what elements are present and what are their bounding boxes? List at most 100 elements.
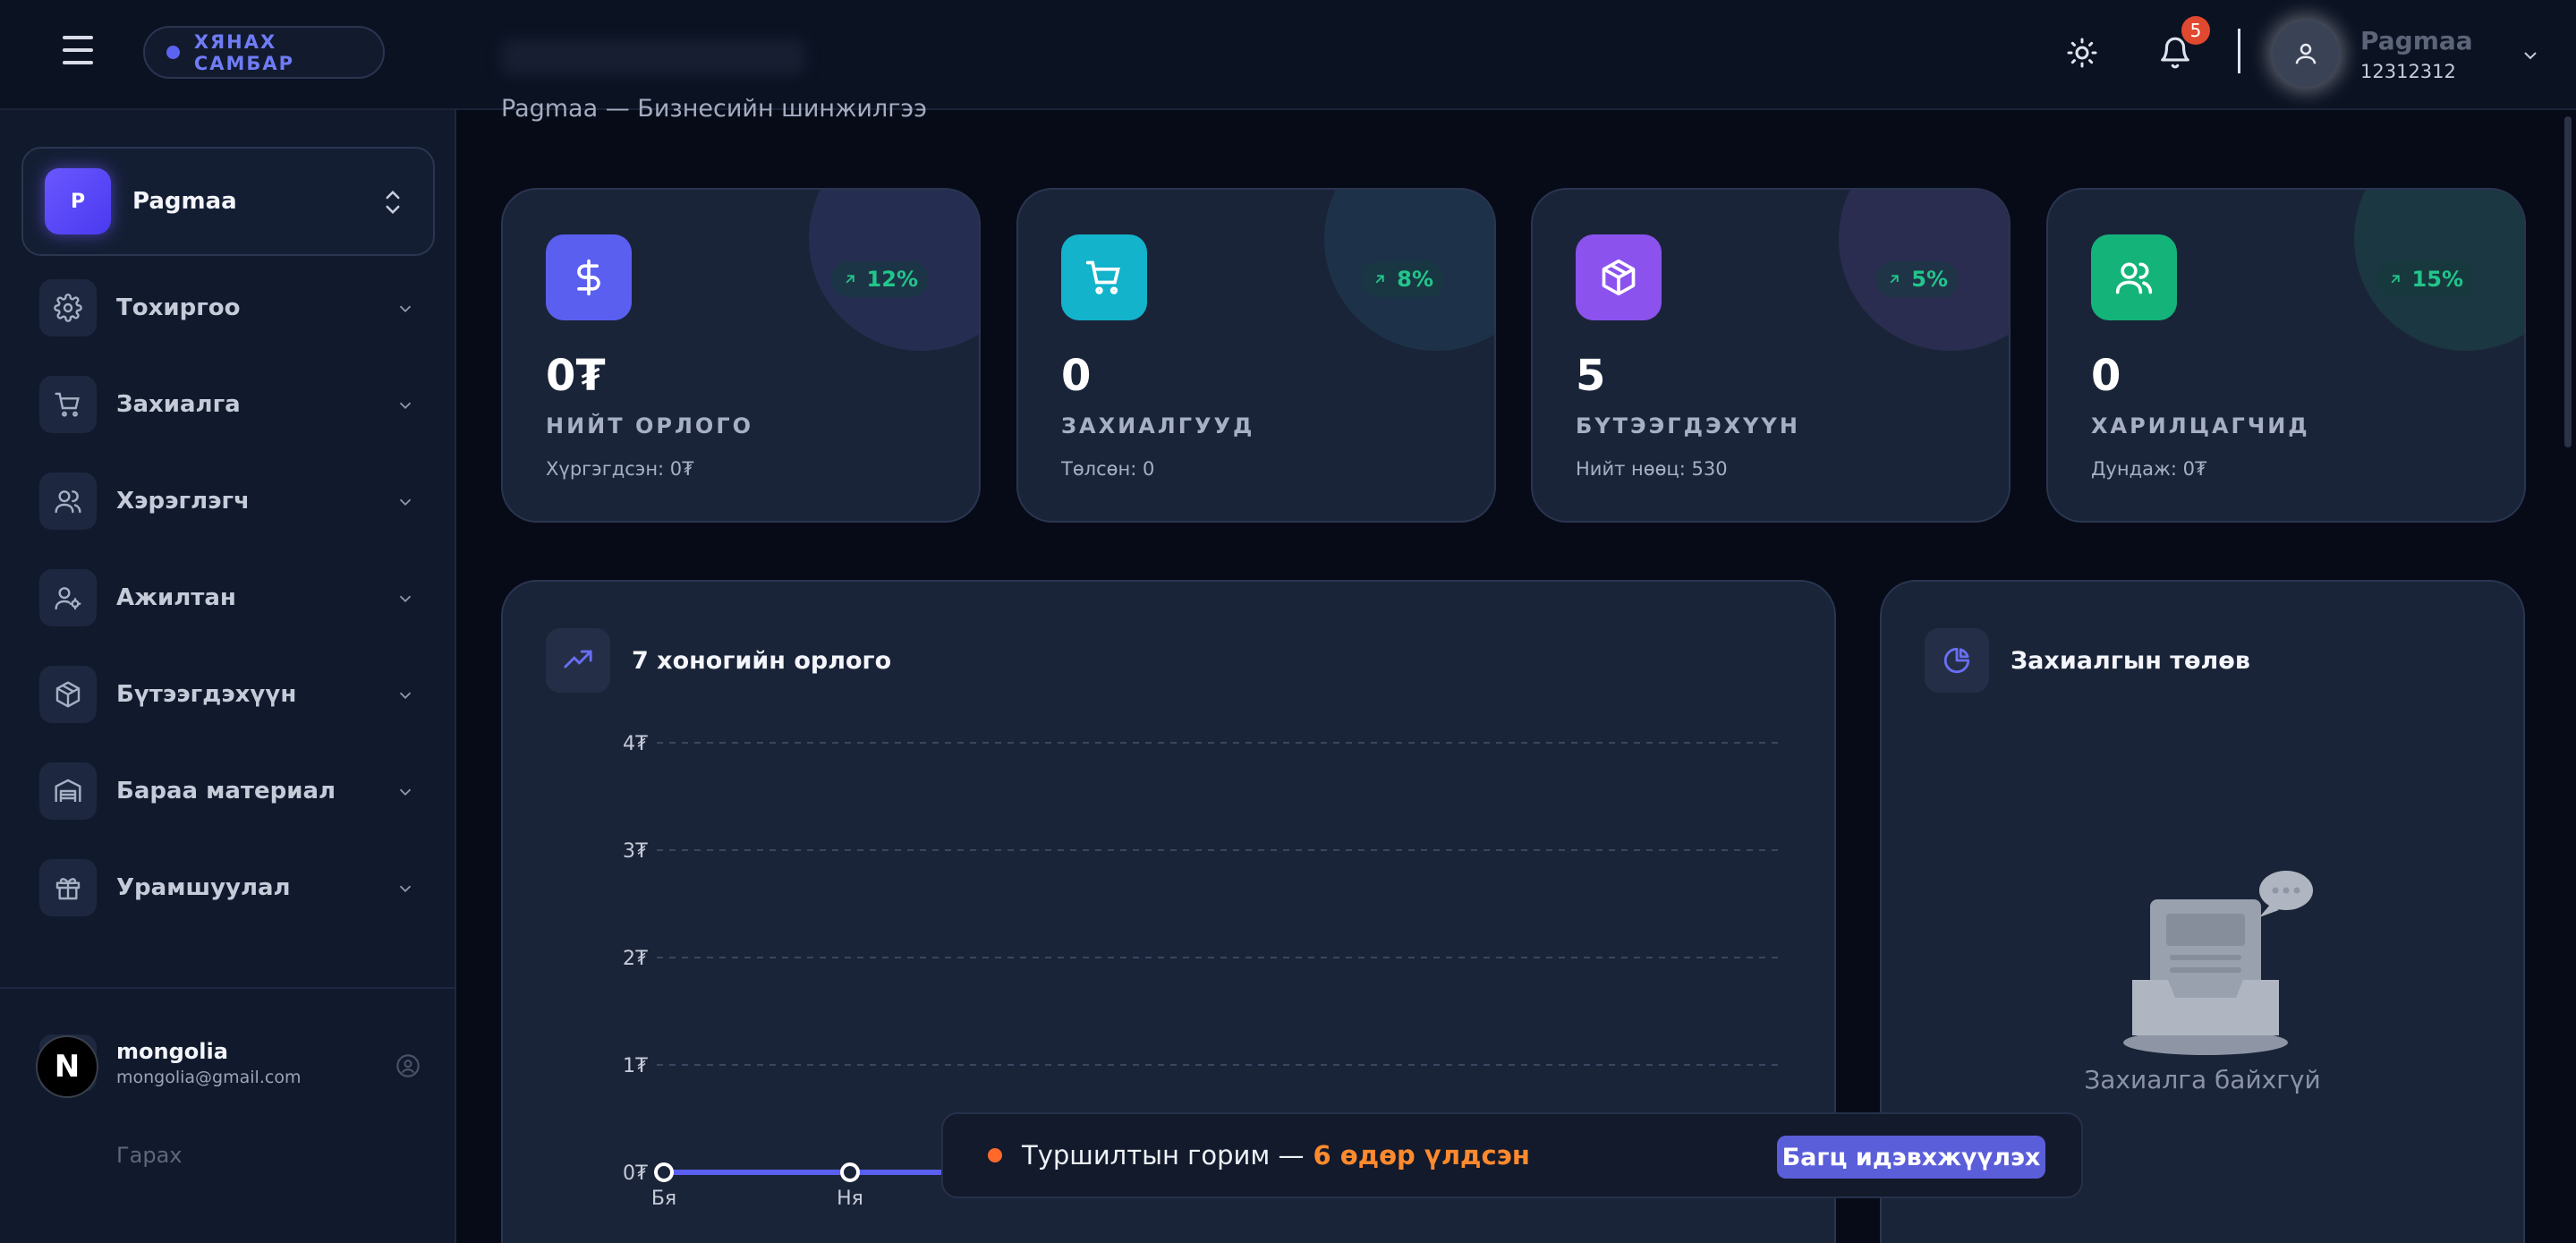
user-name: Pagmaa (2360, 25, 2473, 55)
sun-icon (2067, 38, 2097, 68)
panel-title: 7 хоногийн орлого (632, 646, 892, 675)
sidebar-item-label: Тохиргоо (116, 294, 241, 321)
pie-chart-icon (1925, 628, 1989, 693)
trend-badge: 8% (1361, 261, 1444, 297)
warning-dot (988, 1148, 1002, 1162)
chevron-down-icon (399, 595, 412, 603)
org-name: Pagmaa (132, 188, 237, 215)
gear-icon (39, 279, 97, 336)
stat-card-customers: 15% 0 ХАРИЛЦАГЧИД Дундаж: 0₮ (2046, 188, 2526, 523)
arrow-up-right-icon (846, 275, 854, 284)
sidebar-item-inventory[interactable]: Бараа материал (39, 762, 415, 820)
stat-value: 0 (2091, 351, 2121, 401)
y-tick-label: 2₮ (623, 948, 648, 970)
cart-icon (1061, 234, 1147, 320)
page-scrollbar[interactable] (2564, 116, 2572, 447)
user-menu[interactable]: Pagmaa 12312312 (2273, 16, 2541, 91)
user-gear-icon (39, 569, 97, 626)
chevron-down-icon (399, 498, 412, 507)
arrow-up-right-icon (1890, 275, 1899, 284)
avatar (2273, 21, 2339, 87)
warehouse-icon (39, 762, 97, 820)
stat-value: 0 (1061, 351, 1092, 401)
sidebar-item-employees[interactable]: Ажилтан (39, 569, 415, 626)
user-icon (2295, 43, 2317, 64)
n-logo-badge[interactable]: N (36, 1035, 98, 1098)
activate-plan-button[interactable]: Багц идэвхжүүлэх (1777, 1136, 2045, 1179)
stat-label: НИЙТ ОРЛОГО (546, 413, 754, 438)
sidebar-item-label: Хэрэглэгч (116, 488, 250, 515)
user-circle-icon[interactable] (395, 1053, 421, 1078)
y-tick-label: 0₮ (623, 1162, 648, 1185)
data-point (840, 1162, 860, 1182)
trial-text: Туршилтын горим — (1022, 1140, 1305, 1171)
trial-days-left: 6 өдөр үлдсэн (1313, 1140, 1530, 1171)
sidebar-item-settings[interactable]: Тохиргоо (39, 279, 415, 336)
menu-icon[interactable] (59, 34, 97, 66)
notification-badge: 5 (2181, 16, 2210, 45)
stat-sub: Хүргэгдсэн: 0₮ (546, 458, 694, 480)
stat-card-products: 5% 5 БҮТЭЭГДЭХҮҮН Нийт нөөц: 530 (1531, 188, 2011, 523)
gift-icon (39, 859, 97, 916)
sidebar-item-products[interactable]: Бүтээгдэхүүн (39, 666, 415, 723)
box-icon (1576, 234, 1662, 320)
trend-value: 5% (1911, 267, 1948, 292)
theme-toggle-button[interactable] (2058, 29, 2106, 77)
y-tick-label: 1₮ (623, 1055, 648, 1077)
trend-badge: 15% (2376, 261, 2474, 297)
chevron-down-icon (399, 788, 412, 796)
stat-card-revenue: 12% 0₮ НИЙТ ОРЛОГО Хүргэгдсэн: 0₮ (501, 188, 981, 523)
box-icon (39, 666, 97, 723)
status-dot (166, 46, 180, 59)
account-email: mongolia@gmail.com (116, 1068, 302, 1087)
arrow-up-right-icon (2391, 275, 2400, 284)
y-tick-label: 3₮ (623, 840, 648, 863)
dollar-icon (546, 234, 632, 320)
chevron-down-icon (399, 692, 412, 700)
sidebar-item-label: Урамшуулал (116, 874, 291, 901)
arrow-up-right-icon (1375, 275, 1384, 284)
logout-label: Гарах (116, 1143, 183, 1168)
trend-value: 15% (2411, 267, 2463, 292)
trending-up-icon (546, 628, 610, 693)
header-divider (2238, 29, 2240, 73)
sidebar-divider (0, 987, 456, 989)
empty-state-text: Захиалга байхгүй (2084, 1065, 2321, 1094)
dashboard-label: ХЯНАХ САМБАР (193, 30, 295, 74)
chevron-up-down-icon (386, 190, 400, 215)
sidebar-item-label: Бүтээгдэхүүн (116, 681, 297, 708)
chevron-down-icon (399, 402, 412, 410)
stat-sub: Нийт нөөц: 530 (1576, 458, 1728, 480)
stat-label: ХАРИЛЦАГЧИД (2091, 413, 2310, 438)
org-avatar: P (45, 168, 111, 234)
data-point (654, 1162, 674, 1182)
top-header: ХЯНАХ САМБАР 5 Pagmaa 12312312 (0, 0, 2576, 110)
trial-banner: Туршилтын горим — 6 өдөр үлдсэн Багц идэ… (941, 1112, 2083, 1198)
stat-label: ЗАХИАЛГУУД (1061, 413, 1255, 438)
trend-value: 8% (1397, 267, 1433, 292)
sidebar-item-label: Бараа материал (116, 778, 336, 805)
empty-inbox-illustration (2123, 871, 2313, 1055)
account-name: mongolia (116, 1039, 228, 1064)
trend-badge: 12% (830, 261, 929, 297)
stat-value: 0₮ (546, 351, 606, 401)
dashboard-pill[interactable]: ХЯНАХ САМБАР (143, 26, 385, 79)
stat-label: БҮТЭЭГДЭХҮҮН (1576, 413, 1800, 438)
trend-value: 12% (866, 267, 918, 292)
page-subtitle: Pagmaa — Бизнесийн шинжилгээ (501, 95, 928, 123)
y-tick-label: 4₮ (623, 733, 648, 755)
sidebar-item-users[interactable]: Хэрэглэгч (39, 473, 415, 530)
page-title-blurred (501, 39, 805, 75)
sidebar-item-orders[interactable]: Захиалга (39, 376, 415, 433)
users-icon (2091, 234, 2177, 320)
user-id: 12312312 (2360, 60, 2456, 82)
chevron-down-icon (399, 305, 412, 313)
users-icon (39, 473, 97, 530)
logout-button[interactable]: Гарах (39, 1127, 183, 1184)
stat-value: 5 (1576, 351, 1606, 401)
sidebar-item-promotions[interactable]: Урамшуулал (39, 859, 415, 916)
notifications-button[interactable]: 5 (2151, 16, 2210, 77)
stat-sub: Дундаж: 0₮ (2091, 458, 2207, 480)
sidebar-item-label: Захиалга (116, 391, 241, 418)
org-switcher[interactable]: P Pagmaa (21, 147, 435, 256)
